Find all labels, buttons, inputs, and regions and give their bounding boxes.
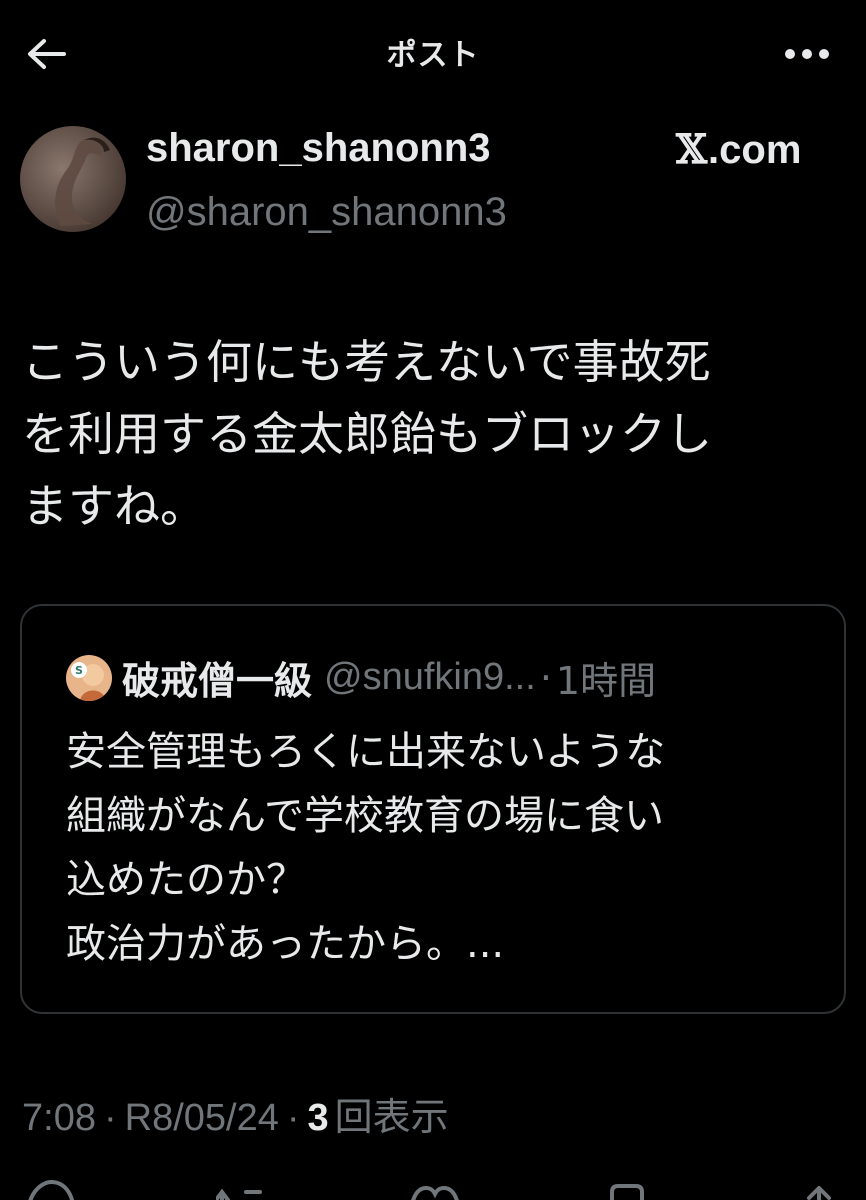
source-label: .com <box>708 128 802 172</box>
post-detail-screen: ポスト sharon_shanonn3 @sharon_shanonn3 𝕏 .… <box>0 0 866 1200</box>
page-title: ポスト <box>386 38 480 73</box>
quoted-post-time: 1時間 <box>555 659 657 703</box>
post-text: こういう何にも考えないで事故死 を利用する金太郎飴もブロックし ますね。 <box>22 335 712 533</box>
more-icon <box>785 49 829 59</box>
views-count[interactable]: 3 <box>308 1097 329 1140</box>
author-display-name[interactable]: sharon_shanonn3 <box>146 126 491 171</box>
repost-icon <box>214 1188 262 1200</box>
source-badge: 𝕏 .com <box>676 126 801 173</box>
separator-dot: · <box>539 655 552 700</box>
top-bar: ポスト <box>0 0 866 104</box>
author-handle[interactable]: @sharon_shanonn3 <box>146 190 507 235</box>
bookmark-button[interactable] <box>600 1176 654 1200</box>
quoted-post[interactable]: S 破戒僧一級 @snufkin9... · 1時間 安全管理もろくに出来ないよ… <box>20 604 846 1014</box>
author-avatar[interactable] <box>20 126 126 232</box>
share-button[interactable] <box>792 1176 846 1200</box>
quoted-author-avatar: S <box>66 654 112 701</box>
quoted-author-handle: @snufkin9... <box>324 656 536 698</box>
like-button[interactable] <box>408 1176 462 1200</box>
reply-button[interactable] <box>24 1176 78 1200</box>
more-button[interactable] <box>782 34 832 74</box>
x-logo-icon: 𝕏 <box>676 126 708 173</box>
quoted-author-name: 破戒僧一級 <box>122 659 313 703</box>
quoted-post-header: S 破戒僧一級 @snufkin9... · 1時間 <box>66 650 656 705</box>
reply-icon <box>28 1179 75 1200</box>
views-label: 回表示 <box>334 1097 449 1139</box>
separator-dot: · <box>286 1097 300 1139</box>
repost-button[interactable] <box>214 1176 270 1200</box>
action-bar <box>0 1176 866 1200</box>
svg-text:S: S <box>75 664 83 677</box>
post-meta: 7:08 · R8/05/24 · 3 回表示 <box>22 1086 449 1141</box>
post-date: R8/05/24 <box>124 1097 279 1139</box>
share-icon <box>807 1186 831 1200</box>
quoted-post-text: 安全管理もろくに出来ないような 組織がなんで学校教育の場に食い 込めたのか？ 政… <box>66 729 666 967</box>
post-time: 7:08 <box>22 1097 96 1139</box>
bookmark-icon <box>610 1184 644 1200</box>
like-icon <box>411 1185 459 1200</box>
separator-dot: · <box>103 1097 117 1139</box>
